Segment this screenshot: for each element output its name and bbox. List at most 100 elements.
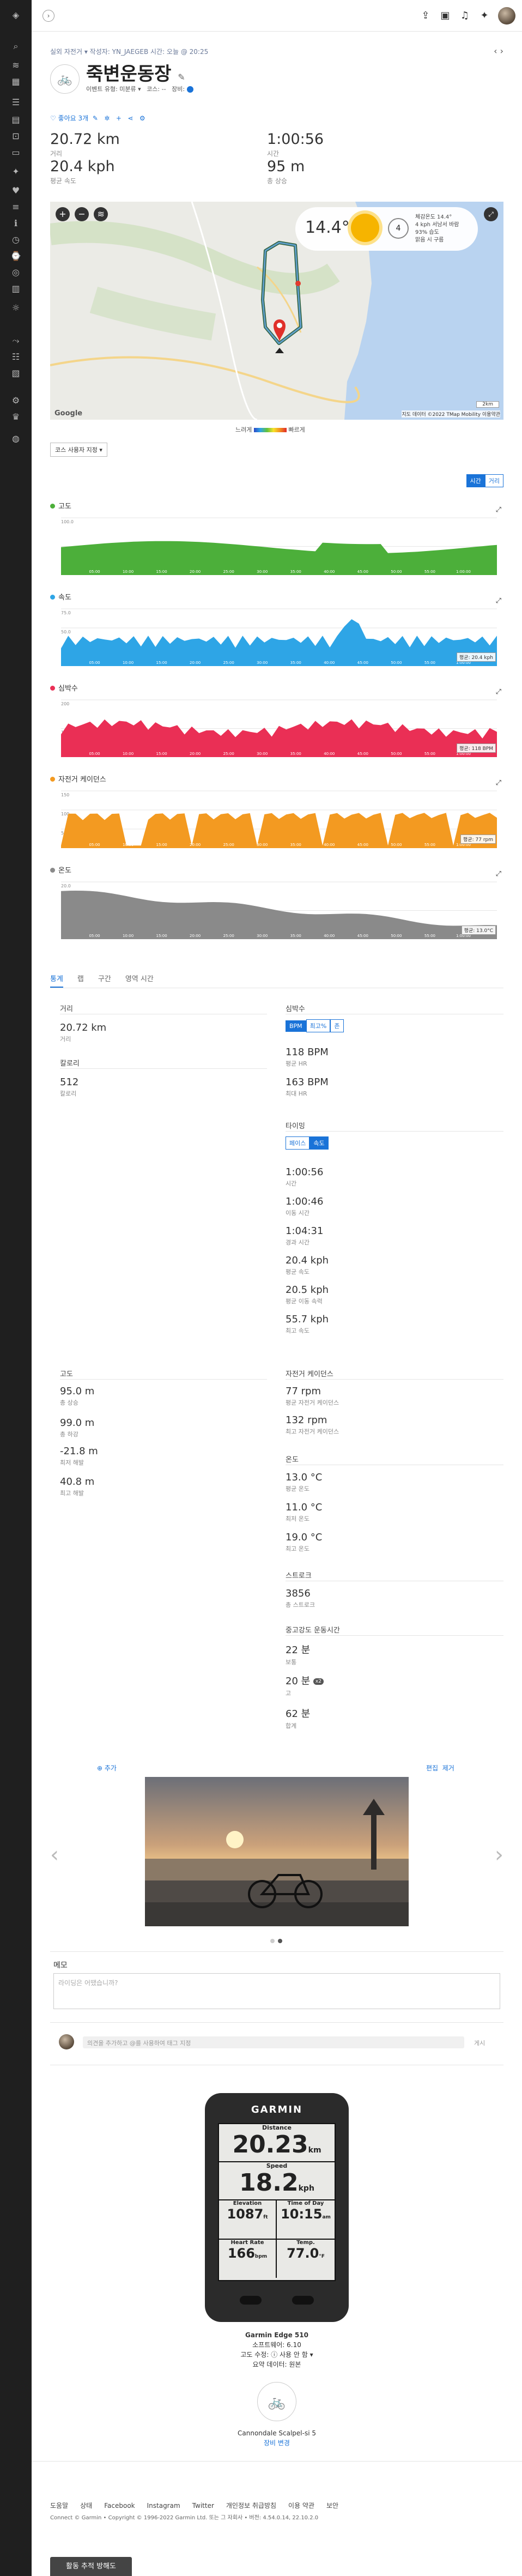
gear-badge[interactable] xyxy=(186,86,193,93)
tab-segments[interactable]: 구간 xyxy=(98,973,111,987)
edit-icon[interactable]: ✎ xyxy=(93,114,98,122)
footer-terms[interactable]: 이용 약관 xyxy=(288,2501,314,2510)
book-icon[interactable]: ▭ xyxy=(10,147,21,158)
avatar[interactable] xyxy=(498,7,515,25)
comment-placeholder: 의견을 추가하고 @를 사용하여 태그 지정 xyxy=(87,2040,191,2047)
group-icon[interactable]: ☷ xyxy=(10,352,21,362)
device-icon[interactable]: ▣ xyxy=(438,9,452,23)
bell-icon[interactable]: ♫ xyxy=(458,9,472,23)
map-icon[interactable]: ▧ xyxy=(10,368,21,379)
comment-input[interactable]: 의견을 추가하고 @를 사용하여 태그 지정 xyxy=(83,2036,464,2048)
inbox-icon[interactable]: ⊡ xyxy=(10,131,21,142)
tab-zones[interactable]: 영역 시간 xyxy=(125,973,154,987)
prev-next-nav[interactable]: ‹ › xyxy=(494,46,503,56)
google-logo: Google xyxy=(54,409,83,418)
notes-field[interactable]: 라이딩은 어땠습니까? xyxy=(53,1973,500,2009)
route-icon[interactable]: ⤳ xyxy=(10,335,21,346)
info-icon[interactable]: ℹ xyxy=(10,218,21,229)
stat-avg-temp: 13.0 °C 평균 온도 xyxy=(286,1472,323,1492)
pin-icon[interactable]: ✦ xyxy=(477,9,491,23)
carousel-next-icon[interactable]: › xyxy=(495,1842,503,1867)
tab-stats[interactable]: 통계 xyxy=(50,973,63,988)
layers-icon[interactable]: ≋ xyxy=(94,207,108,221)
bar-chart-icon[interactable]: ▥ xyxy=(10,283,21,294)
pace-button[interactable]: 페이스 xyxy=(286,1136,310,1150)
change-gear-link[interactable]: 장비 변경 xyxy=(50,2438,503,2448)
speed-button[interactable]: 속도 xyxy=(309,1136,329,1150)
tab-laps[interactable]: 랩 xyxy=(77,973,84,987)
clock-icon[interactable]: ◷ xyxy=(10,234,21,245)
gear-label[interactable]: 장비: xyxy=(172,86,185,93)
course-select[interactable]: 코스 사용자 지정 ▾ xyxy=(50,443,107,457)
hr-max-button[interactable]: 최고% xyxy=(306,1019,331,1032)
list-icon[interactable]: ☰ xyxy=(10,97,21,108)
edit-photo-link[interactable]: 편집 xyxy=(426,1764,438,1772)
share-icon[interactable]: ⋖ xyxy=(128,114,133,122)
carousel-dot[interactable] xyxy=(270,1939,275,1943)
chevron-right-icon[interactable]: › xyxy=(43,10,54,22)
target-icon[interactable]: ◎ xyxy=(10,267,21,278)
event-type[interactable]: 이벤트 유형: 미분류 ▾ xyxy=(86,86,141,93)
garmin-logo-icon[interactable]: ◈ xyxy=(10,10,21,21)
watch-icon[interactable]: ⌚ xyxy=(10,251,21,262)
gear-icon[interactable]: ⚙ xyxy=(10,395,21,406)
x-tick-label: 25:00 xyxy=(223,661,234,665)
course-label[interactable]: 코스: -- xyxy=(147,86,166,93)
run-icon[interactable]: ✦ xyxy=(10,166,21,177)
edit-icon[interactable]: ✎ xyxy=(178,72,185,82)
toggle-distance[interactable]: 거리 xyxy=(484,474,503,487)
globe-icon[interactable]: ◍ xyxy=(10,433,21,444)
like-row[interactable]: ♡ 좋아요 3개 ✎ ✲ + ⋖ ⚙ xyxy=(50,113,145,123)
x-tick-label: 55:00 xyxy=(424,661,435,665)
footer-privacy[interactable]: 개인정보 취급방침 xyxy=(226,2501,276,2510)
chart-temp[interactable]: 온도⤢20.010.005:0010:0015:0020:0025:0030:0… xyxy=(50,864,503,939)
carousel-dot[interactable] xyxy=(278,1939,282,1943)
settings-icon[interactable]: ⚙ xyxy=(139,114,145,122)
remove-photo-link[interactable]: 제거 xyxy=(442,1764,454,1772)
calendar-icon[interactable]: ▤ xyxy=(10,114,21,125)
footer-twitter[interactable]: Twitter xyxy=(192,2502,214,2510)
activity-photo[interactable] xyxy=(145,1777,409,1926)
post-button[interactable]: 게시 xyxy=(474,2039,485,2047)
stats-icon[interactable]: ≡ xyxy=(10,202,21,213)
fullscreen-icon[interactable]: ⤢ xyxy=(484,207,498,221)
lightbulb-icon[interactable]: ☼ xyxy=(10,303,21,313)
comment-avatar xyxy=(59,2034,74,2049)
add-photo-link[interactable]: ⊕ 추가 xyxy=(97,1763,117,1773)
hr-bpm-button[interactable]: BPM xyxy=(286,1020,306,1032)
footer-instagram[interactable]: Instagram xyxy=(147,2502,180,2510)
screen-time-of-day: Time of Day 10:15am xyxy=(277,2200,335,2240)
track-activity-button[interactable]: 활동 추적 방해도 xyxy=(50,2557,132,2576)
toggle-time[interactable]: 시간 xyxy=(466,474,485,487)
pace-speed-toggle: 페이스 속도 xyxy=(286,1136,329,1150)
y-tick-label: 20.0 xyxy=(61,884,71,888)
plus-icon[interactable]: + xyxy=(116,114,122,122)
carousel-prev-icon[interactable]: ‹ xyxy=(50,1842,59,1867)
chart-hr[interactable]: 심박수⤢20010005:0010:0015:0020:0025:0030:00… xyxy=(50,682,503,757)
star-icon[interactable]: ✲ xyxy=(104,114,110,122)
trophy-icon[interactable]: ♛ xyxy=(10,412,21,422)
layers-icon[interactable]: ≋ xyxy=(10,60,21,71)
map-attribution[interactable]: 지도 데이터 ©2022 TMap Mobility 이용약관 xyxy=(402,410,500,418)
grid-icon[interactable]: ▦ xyxy=(10,76,21,87)
zoom-in-button[interactable]: + xyxy=(56,207,70,221)
footer-links: 도움말 상태 Facebook Instagram Twitter 개인정보 취급방침 이용… xyxy=(50,2500,350,2510)
hr-zone-button[interactable]: 존 xyxy=(330,1019,344,1032)
altitude-correction[interactable]: 고도 수정: ⓘ 사용 안 함 ▾ xyxy=(50,2350,503,2360)
footer-help[interactable]: 도움말 xyxy=(50,2501,68,2510)
chart-cadence[interactable]: 자전거 케이던스 ⤢ 150 100 50 05:00 10:00 15:00 20:00 25:… xyxy=(50,773,503,848)
route-map[interactable]: + − ≋ 14.4° 4 체감온도 14.4° 4 kph 서남서 바람 93… xyxy=(50,202,503,420)
search-icon[interactable]: ⌕ xyxy=(10,41,21,52)
chart-speed[interactable]: 속도⤢75.050.025.005:0010:0015:0020:0025:00… xyxy=(50,591,503,666)
heart-icon[interactable]: ♡ xyxy=(50,114,56,122)
x-tick-label: 05:00 xyxy=(89,934,100,938)
stat-elapsed-time: 1:04:31 경과 시간 xyxy=(286,1225,324,1246)
footer-security[interactable]: 보안 xyxy=(326,2501,338,2510)
zoom-out-button[interactable]: − xyxy=(75,207,89,221)
footer-status[interactable]: 상태 xyxy=(80,2501,92,2510)
chart-elevation[interactable]: 고도⤢100.050.005:0010:0015:0020:0025:0030:… xyxy=(50,500,503,575)
upload-icon[interactable]: ⇪ xyxy=(418,9,433,23)
heart-icon[interactable]: ♥ xyxy=(10,185,21,196)
stat-strokes: 3856 총 스트로크 xyxy=(286,1588,315,1609)
footer-facebook[interactable]: Facebook xyxy=(104,2502,135,2510)
